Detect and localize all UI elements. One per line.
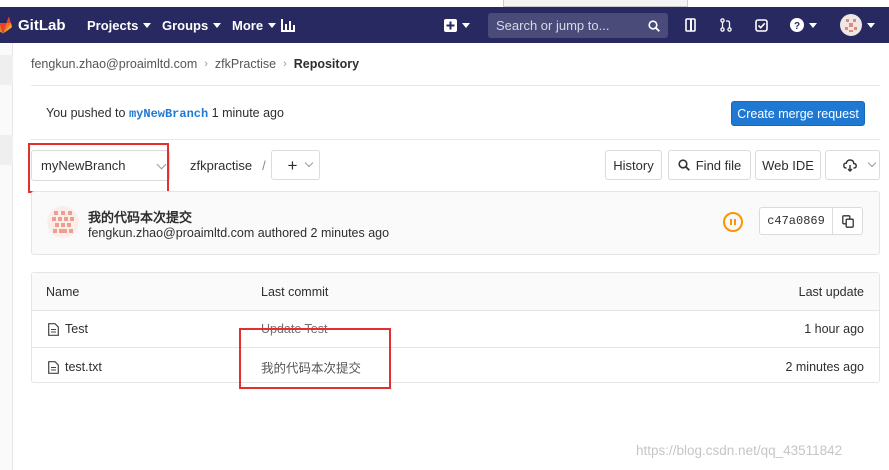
commit-author-avatar[interactable] [47, 206, 79, 238]
commit-author-link[interactable]: fengkun.zhao@proaimltd.com [88, 226, 254, 240]
search-icon [648, 19, 660, 32]
file-tree-table: Name Last commit Last update Test Update… [31, 272, 880, 383]
check-square-icon [754, 18, 768, 32]
history-button[interactable]: History [605, 150, 662, 180]
nav-more[interactable]: More [232, 18, 277, 33]
plus-icon: + [287, 155, 298, 175]
last-commit-panel: 我的代码本次提交 fengkun.zhao@proaimltd.com auth… [31, 191, 880, 255]
search-input[interactable] [496, 18, 644, 33]
issues-icon [685, 18, 696, 32]
chevron-down-icon [808, 22, 817, 28]
copy-sha-button[interactable] [832, 207, 863, 235]
breadcrumb-project[interactable]: zfkPractise [215, 57, 276, 71]
push-notice: You pushed to myNewBranch 1 minute ago [46, 106, 284, 121]
highlight-box-branch [28, 143, 169, 193]
chevron-down-icon [305, 158, 314, 168]
chevron-right-icon: › [204, 58, 208, 70]
brand-name: GitLab [18, 16, 66, 34]
tanuki-icon [0, 16, 12, 33]
file-last-update: 2 minutes ago [785, 359, 864, 374]
identicon-icon [47, 206, 79, 238]
breadcrumb-divider [31, 85, 880, 86]
web-ide-button[interactable]: Web IDE [755, 150, 821, 180]
search-box[interactable] [488, 13, 668, 38]
user-menu-button[interactable] [834, 7, 880, 43]
chart-icon [281, 18, 295, 32]
nav-projects[interactable]: Projects [87, 18, 152, 33]
chevron-right-icon: › [283, 58, 287, 70]
clone-dropdown-button[interactable] [825, 150, 880, 180]
chevron-down-icon [143, 23, 152, 28]
user-avatar-icon [839, 14, 862, 36]
activity-chart-button[interactable] [277, 7, 299, 43]
column-last-commit: Last commit [261, 284, 329, 299]
highlight-box-commit [239, 328, 391, 389]
copy-icon [841, 214, 854, 228]
column-last-update: Last update [798, 284, 864, 299]
file-name-link[interactable]: Test [48, 322, 88, 336]
table-row[interactable]: test.txt 我的代码本次提交 2 minutes ago [32, 348, 879, 385]
merge-request-icon [720, 18, 732, 32]
chevron-down-icon [213, 23, 222, 28]
notice-divider [31, 139, 880, 140]
left-sidebar-collapsed [0, 43, 13, 470]
browser-top-strip [0, 0, 889, 7]
plus-square-icon [444, 18, 457, 32]
question-circle-icon: ? [789, 18, 804, 32]
path-root-link[interactable]: zfkpractise [190, 158, 252, 173]
file-icon [48, 323, 59, 336]
pipeline-pending-icon[interactable] [723, 212, 743, 232]
merge-requests-button[interactable] [715, 7, 737, 43]
cloud-download-icon [842, 158, 857, 172]
top-navbar: GitLab Projects Groups More Search or ju… [0, 7, 889, 43]
pushed-branch-link[interactable]: myNewBranch [129, 107, 208, 121]
commit-meta: fengkun.zhao@proaimltd.com authored 2 mi… [88, 226, 390, 240]
repo-path: zfkpractise / [190, 158, 266, 173]
breadcrumb-user[interactable]: fengkun.zhao@proaimltd.com [31, 57, 197, 71]
new-dropdown-button[interactable] [440, 7, 474, 43]
file-name-link[interactable]: test.txt [48, 360, 102, 374]
chevron-down-icon [462, 22, 470, 28]
chevron-down-icon [866, 22, 875, 28]
find-file-button[interactable]: Find file [668, 150, 751, 180]
issues-button[interactable] [680, 7, 702, 43]
table-row[interactable]: Test Update Test 1 hour ago [32, 311, 879, 348]
add-to-tree-button[interactable]: + [271, 150, 320, 180]
gitlab-logo[interactable]: GitLab [0, 7, 66, 43]
help-dropdown-button[interactable]: ? [786, 7, 820, 43]
todos-button[interactable] [750, 7, 772, 43]
create-merge-request-button[interactable]: Create merge request [731, 101, 865, 126]
search-icon [678, 159, 690, 171]
file-icon [48, 360, 59, 374]
table-header-row: Name Last commit Last update [32, 273, 879, 311]
column-name: Name [46, 284, 80, 299]
chevron-down-icon [867, 158, 876, 168]
commit-title-link[interactable]: 我的代码本次提交 [88, 207, 192, 226]
nav-groups[interactable]: Groups [162, 18, 222, 33]
breadcrumb-repository[interactable]: Repository [294, 57, 359, 71]
chevron-down-icon [268, 23, 277, 28]
svg-text:?: ? [793, 21, 799, 32]
file-last-update: 1 hour ago [804, 322, 864, 336]
watermark: https://blog.csdn.net/qq_43511842 [636, 443, 843, 458]
commit-sha-button[interactable]: c47a0869 [759, 207, 833, 235]
breadcrumb: fengkun.zhao@proaimltd.com › zfkPractise… [31, 57, 359, 71]
